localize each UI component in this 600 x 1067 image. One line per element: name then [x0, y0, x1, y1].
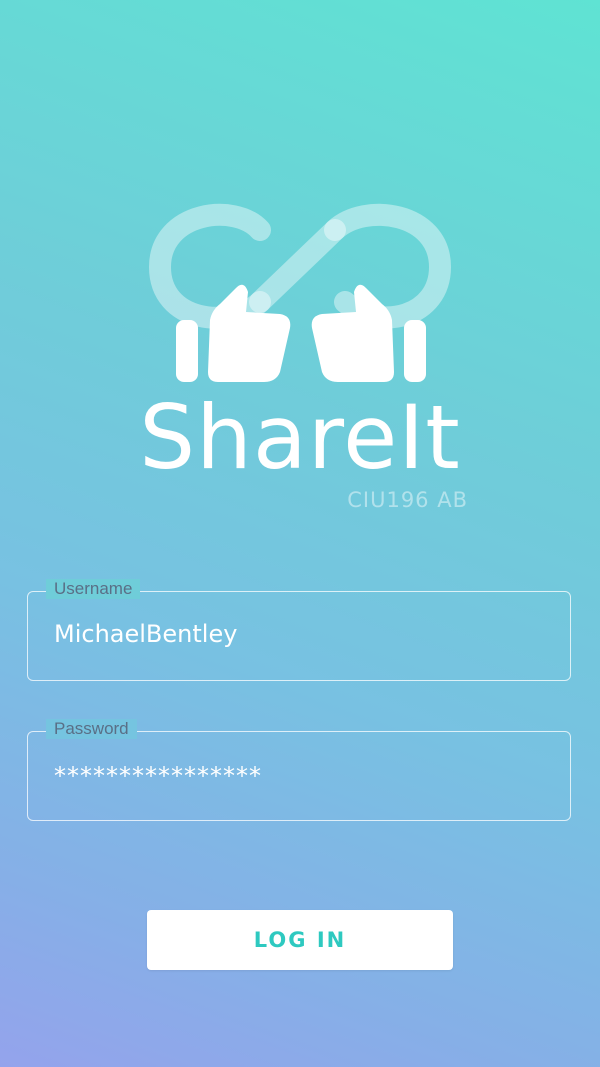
username-field[interactable]: Username MichaelBentley: [27, 579, 571, 681]
app-title: ShareIt: [139, 386, 461, 489]
password-label: Password: [46, 719, 137, 739]
app-subtitle: CIU196 AB: [347, 488, 468, 512]
username-label: Username: [46, 579, 141, 599]
password-input[interactable]: ****************: [54, 762, 262, 790]
infinity-thumbs-up-logo-icon: [148, 203, 452, 382]
username-input[interactable]: MichaelBentley: [54, 620, 237, 648]
app-logo: [140, 192, 460, 392]
login-button[interactable]: LOG IN: [147, 910, 453, 970]
password-field[interactable]: Password ****************: [27, 719, 571, 821]
